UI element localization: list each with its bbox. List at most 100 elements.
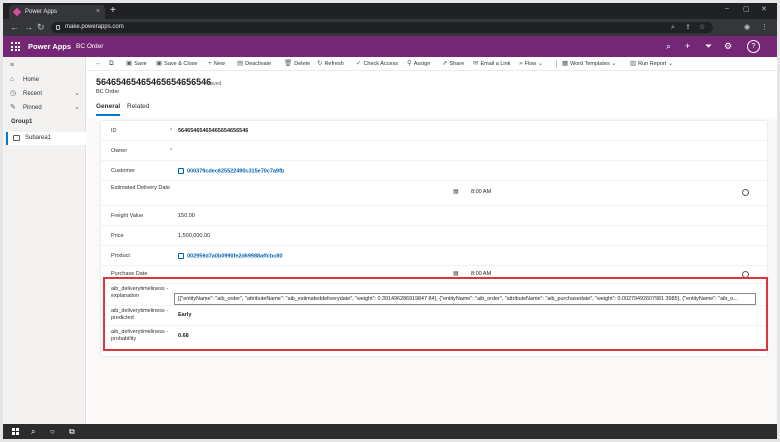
price-field[interactable]: 1,500,000.00 — [178, 233, 210, 239]
filter-icon[interactable]: ⏷ — [705, 41, 712, 52]
required-marker: * — [170, 128, 173, 134]
url-text: make.powerapps.com — [65, 24, 124, 30]
profile-icon[interactable]: ◉ — [744, 23, 750, 31]
field-label: Product — [111, 253, 130, 259]
clock-icon: ◷ — [10, 90, 17, 97]
reload-icon[interactable]: ↻ — [37, 21, 45, 33]
sidebar-item-label: Home — [23, 77, 40, 83]
record-entity: BC Order — [96, 89, 120, 95]
clock-icon[interactable] — [742, 189, 749, 196]
calendar-icon[interactable]: ▦ — [453, 270, 459, 277]
required-marker: * — [170, 148, 173, 154]
check-access-button[interactable]: ✓ Check Access — [356, 57, 398, 71]
run-report-button[interactable]: ▥ Run Report ⌄ — [630, 57, 675, 71]
minimize-icon[interactable]: – — [725, 5, 729, 12]
tab-related[interactable]: Related — [127, 103, 149, 110]
sidebar-item-subarea1[interactable]: Subarea1 — [6, 132, 86, 145]
save-close-button[interactable]: ▣ Save & Close — [156, 57, 197, 71]
word-templates-button[interactable]: ▦ Word Templates ⌄ — [562, 57, 619, 71]
hamburger-menu-icon[interactable]: ≡ — [3, 59, 86, 73]
sidebar-item-recent[interactable]: ◷ Recent ⌄ — [3, 87, 86, 101]
close-tab-icon[interactable]: × — [96, 5, 100, 19]
customer-lookup[interactable]: 000379cdec625522490c315e70c7a9fb — [178, 168, 284, 174]
bookmark-star-icon[interactable]: ☆ — [699, 22, 705, 33]
screen: Power Apps × + – ▢ ✕ ← → ↻ make.powerapp… — [3, 3, 777, 439]
cortana-icon[interactable]: ○ — [50, 427, 55, 436]
field-label: Price — [111, 233, 124, 239]
field-label: ID — [111, 128, 117, 134]
assign-button[interactable]: ⚲ Assign — [407, 57, 430, 71]
windows-start-icon[interactable] — [12, 428, 19, 435]
back-button[interactable]: ← — [95, 57, 104, 71]
forward-arrow-icon[interactable]: → — [24, 21, 33, 33]
deactivate-icon: ▤ — [237, 60, 244, 67]
task-view-icon[interactable]: ⧉ — [69, 427, 75, 436]
save-close-icon: ▣ — [156, 60, 163, 67]
refresh-icon: ↻ — [317, 60, 323, 67]
field-label: Owner — [111, 148, 128, 154]
taskbar: ⌕ ○ ⧉ — [3, 424, 777, 439]
browser-tab[interactable]: Power Apps × — [9, 5, 105, 19]
app-header: Power Apps BC Order ⌕ + ⏷ ⚙ ? — [3, 36, 777, 57]
back-arrow-icon[interactable]: ← — [10, 21, 19, 33]
field-row-owner: Owner * — [101, 141, 767, 161]
share-button[interactable]: ⇗ Share — [442, 57, 464, 71]
record-icon — [178, 253, 184, 259]
close-window-icon[interactable]: ✕ — [761, 5, 767, 13]
browser-toolbar: ← → ↻ make.powerapps.com ⌕ ⇪ ☆ ◉ ⋮ — [3, 19, 777, 36]
plus-icon: + — [208, 60, 212, 67]
power-apps-favicon-icon — [12, 7, 22, 17]
field-row-customer: Customer 000379cdec625522490c315e70c7a9f… — [101, 161, 767, 181]
share-icon: ⇗ — [442, 60, 448, 67]
pin-icon: ✎ — [10, 104, 16, 111]
sidebar-group-title: Group1 — [11, 119, 33, 125]
field-row-product: Product 002959d7a0b0990fe2d69988affcbc80 — [101, 246, 767, 266]
calendar-icon[interactable]: ▦ — [453, 188, 459, 195]
lock-icon — [56, 25, 60, 30]
deactivate-button[interactable]: ▤ Deactivate — [237, 57, 271, 71]
home-icon: ⌂ — [10, 76, 15, 83]
search-icon[interactable]: ⌕ — [666, 41, 671, 52]
product-lookup[interactable]: 002959d7a0b0990fe2d69988affcbc80 — [178, 253, 282, 259]
refresh-button[interactable]: ↻ Refresh — [317, 57, 344, 71]
field-label: Estimated Delivery Date — [111, 185, 170, 191]
command-bar: ← ⧉ ▣ Save ▣ Save & Close + New ▤ Deactivate… — [87, 57, 777, 71]
app-name[interactable]: Power Apps — [28, 36, 71, 57]
save-button[interactable]: ▣ Save — [126, 57, 147, 71]
command-divider — [556, 60, 557, 68]
field-label: Freight Value — [111, 213, 144, 219]
flow-button[interactable]: » Flow ⌄ — [519, 57, 545, 71]
app-launcher-icon[interactable] — [11, 42, 20, 51]
sidebar-item-pinned[interactable]: ✎ Pinned ⌄ — [3, 101, 86, 115]
maximize-icon[interactable]: ▢ — [743, 5, 750, 13]
tab-general[interactable]: General — [96, 103, 121, 116]
email-link-button[interactable]: ✉ Email a Link — [473, 57, 510, 71]
help-icon[interactable]: ? — [747, 40, 760, 53]
field-row-price: Price 1,500,000.00 — [101, 226, 767, 246]
sitemap-sidebar: ≡ ⌂ Home ◷ Recent ⌄ ✎ Pinned ⌄ Group1 Su… — [3, 57, 86, 424]
word-icon: ▦ — [562, 60, 569, 67]
id-field[interactable]: 56465465465465654656546 — [178, 128, 248, 134]
sidebar-item-home[interactable]: ⌂ Home — [3, 73, 86, 87]
sidebar-item-label: Recent — [23, 91, 43, 97]
browser-menu-icon[interactable]: ⋮ — [761, 23, 768, 31]
new-button[interactable]: + New — [208, 57, 225, 71]
delete-button[interactable]: 🗑 Delete — [284, 57, 310, 71]
new-tab-button[interactable]: + — [110, 4, 116, 18]
report-icon: ▥ — [630, 60, 637, 67]
plus-icon[interactable]: + — [685, 41, 690, 52]
save-status: - Saved — [204, 81, 222, 87]
chevron-down-icon: ⌄ — [74, 90, 80, 97]
browser-tab-title: Power Apps — [25, 9, 58, 15]
share-page-icon[interactable]: ⇪ — [685, 22, 691, 33]
search-icon[interactable]: ⌕ — [31, 427, 35, 436]
search-icon[interactable]: ⌕ — [671, 22, 675, 33]
delivery-time-field[interactable]: 8:00 AM — [471, 189, 491, 195]
gear-icon[interactable]: ⚙ — [724, 41, 732, 52]
assign-icon: ⚲ — [407, 60, 412, 67]
open-new-window-button[interactable]: ⧉ — [109, 57, 116, 71]
record-icon — [178, 168, 184, 174]
freight-value-field[interactable]: 150.00 — [178, 213, 195, 219]
address-bar[interactable]: make.powerapps.com ⌕ ⇪ ☆ — [51, 22, 713, 33]
field-row-delivery-date: Estimated Delivery Date ▦ 8:00 AM — [101, 181, 767, 206]
